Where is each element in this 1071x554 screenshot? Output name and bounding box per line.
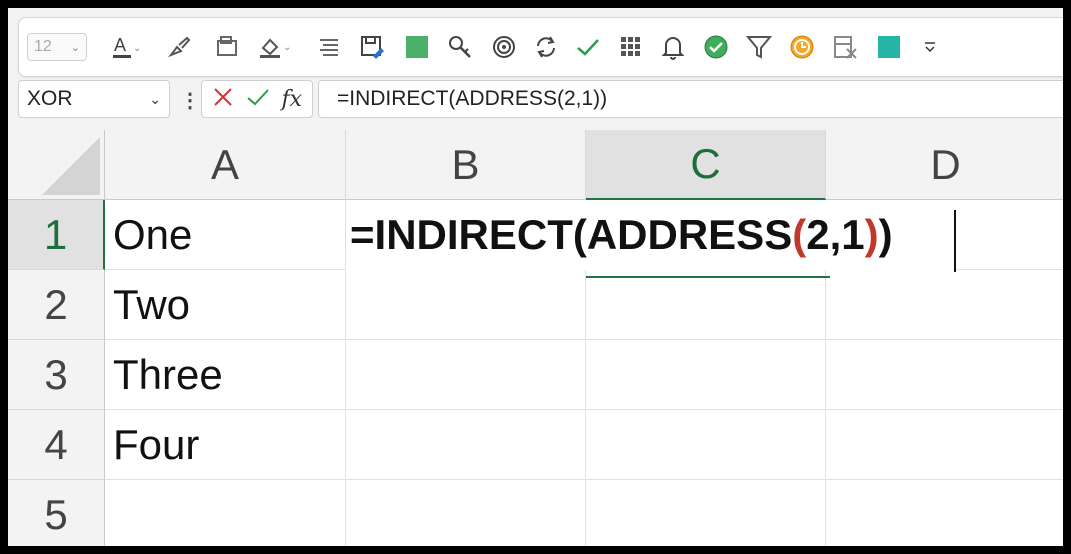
worksheet-grid: A B C D 1 2 3 4 5 One Two Three Four =IN… [8,130,1063,546]
cell-a4[interactable]: Four [105,410,346,480]
close-paren: ) [864,211,879,258]
cell-a2[interactable]: Two [105,270,346,340]
enter-icon[interactable] [246,86,270,113]
column-header-c[interactable]: C [586,130,826,200]
formula-input[interactable]: =INDIRECT(ADDRESS(2,1)) [318,80,1063,118]
more-options-icon[interactable]: ⋮ [180,88,200,113]
cell-c2[interactable] [586,270,826,340]
format-painter-icon[interactable] [165,33,193,61]
align-icon[interactable] [315,33,343,61]
column-header-d[interactable]: D [826,130,1063,200]
cell-a5[interactable] [105,480,346,546]
cell-d5[interactable] [826,480,1063,546]
checkmark-icon[interactable] [573,33,603,61]
cell-c4[interactable] [586,410,826,480]
name-box-value: XOR [27,87,73,110]
find-icon[interactable] [445,33,475,61]
grid-icon[interactable] [617,33,645,61]
save-as-icon[interactable] [357,33,387,61]
column-header-a[interactable]: A [105,130,346,200]
formula-actions: fx [201,80,313,118]
quick-toolbar: 12 ⌄ A ⌄ ⌄ [18,17,1063,77]
fill-color-icon[interactable]: ⌄ [255,33,295,61]
formula-text: =INDIRECT(ADDRESS(2,1)) [337,87,608,110]
font-size-select[interactable]: 12 ⌄ [27,33,87,61]
row-header-5[interactable]: 5 [8,480,105,546]
row-header-2[interactable]: 2 [8,270,105,340]
cell-b2[interactable] [346,270,586,340]
filter-icon[interactable] [745,33,773,61]
row-header-1[interactable]: 1 [8,200,105,270]
select-all-corner[interactable] [8,130,105,200]
cell-c5[interactable] [586,480,826,546]
font-size-value: 12 [34,38,52,55]
svg-text:⌄: ⌄ [133,43,141,54]
cell-d3[interactable] [826,340,1063,410]
chevron-down-icon: ⌄ [70,41,80,54]
cell-styles-icon[interactable] [213,33,241,61]
insert-function-icon[interactable]: fx [282,87,303,112]
target-icon[interactable] [489,33,519,61]
teal-square-icon[interactable] [875,33,903,61]
font-color-icon[interactable]: A ⌄ [109,33,145,61]
active-cell-editor[interactable]: =INDIRECT(ADDRESS(2,1)) [346,200,960,270]
spreadsheet-window: 12 ⌄ A ⌄ ⌄ XOR ⌄ ⋮ fx =INDIRECT(ADDRESS(… [8,8,1063,546]
cell-b3[interactable] [346,340,586,410]
cell-d4[interactable] [826,410,1063,480]
cell-d2[interactable] [826,270,1063,340]
check-circle-icon[interactable] [701,33,731,61]
cell-c3[interactable] [586,340,826,410]
row-header-4[interactable]: 4 [8,410,105,480]
bell-icon[interactable] [659,33,687,61]
cancel-icon[interactable] [212,86,234,113]
chevron-down-icon[interactable]: ⌄ [149,91,161,108]
open-paren: ( [792,211,807,258]
clear-icon[interactable] [831,33,859,61]
final-paren: ) [878,211,893,258]
clock-icon[interactable] [787,33,817,61]
cell-b5[interactable] [346,480,586,546]
formula-args: 2,1 [806,211,865,258]
cell-d1-remainder[interactable] [956,200,1063,270]
refresh-icon[interactable] [531,33,561,61]
svg-text:A: A [114,35,126,55]
formula-prefix: =INDIRECT(ADDRESS [350,211,793,258]
more-icon[interactable] [917,33,943,61]
text-caret [954,210,956,272]
svg-text:⌄: ⌄ [283,42,291,53]
selection-underline [586,276,830,278]
name-box[interactable]: XOR ⌄ [18,80,170,118]
green-square-icon[interactable] [403,33,431,61]
cell-b4[interactable] [346,410,586,480]
row-header-3[interactable]: 3 [8,340,105,410]
cell-a1[interactable]: One [105,200,346,270]
cell-a3[interactable]: Three [105,340,346,410]
column-header-b[interactable]: B [346,130,586,200]
